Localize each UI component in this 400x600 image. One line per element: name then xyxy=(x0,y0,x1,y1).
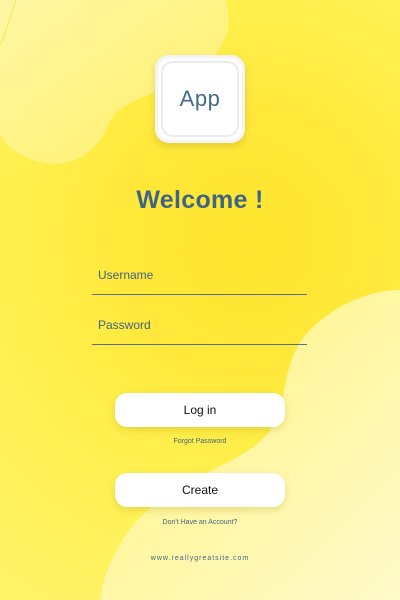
forgot-password-link[interactable]: Forgot Password xyxy=(0,438,400,445)
login-button[interactable]: Log in xyxy=(115,393,285,427)
welcome-title: Welcome ! xyxy=(136,186,264,214)
username-underline xyxy=(92,294,307,295)
username-field[interactable]: Username xyxy=(92,268,307,295)
create-account-button[interactable]: Create xyxy=(115,473,285,507)
no-account-link[interactable]: Don't Have an Account? xyxy=(0,519,400,526)
password-field[interactable]: Password xyxy=(92,318,307,345)
password-underline xyxy=(92,344,307,345)
app-logo-text: App xyxy=(179,86,221,111)
app-logo-frame: App xyxy=(161,61,239,137)
login-screen: App Welcome ! Username Password Log in F… xyxy=(0,0,400,600)
top-left-blob-edge xyxy=(0,0,17,46)
username-label: Username xyxy=(98,268,154,282)
app-logo: App xyxy=(155,55,245,143)
website-url: www.reallygreatsite.com xyxy=(150,555,250,562)
password-label: Password xyxy=(98,318,151,332)
